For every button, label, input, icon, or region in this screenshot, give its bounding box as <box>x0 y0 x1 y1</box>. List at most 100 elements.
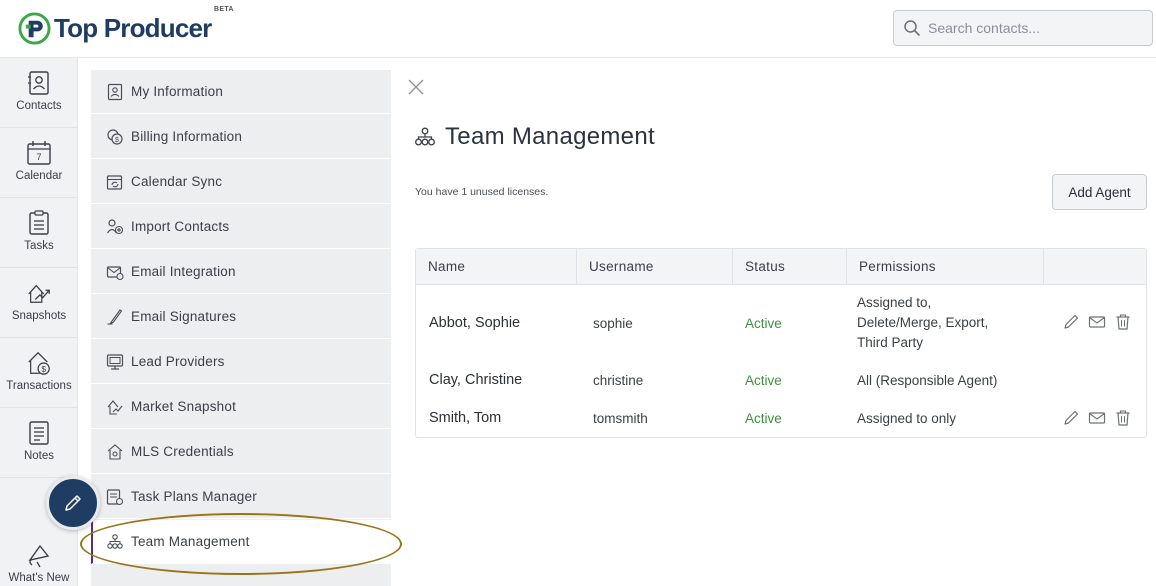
menu-item-label: Team Management <box>131 534 250 549</box>
menu-item-my-information[interactable]: My Information <box>91 70 391 114</box>
menu-item-label: Lead Providers <box>131 354 225 369</box>
team-icon <box>105 532 125 552</box>
trash-icon[interactable] <box>1114 313 1132 331</box>
logo-mark-icon <box>18 11 51 45</box>
svg-text:$: $ <box>41 364 46 374</box>
agent-name: Clay, Christine <box>429 372 523 388</box>
table-row[interactable]: Abbot, Sophie sophie Active Assigned to,… <box>416 285 1146 361</box>
rail-item-transactions[interactable]: $ Transactions <box>0 338 78 408</box>
menu-item-label: MLS Credentials <box>131 444 234 459</box>
menu-item-calendar-sync[interactable]: Calendar Sync <box>91 160 391 204</box>
menu-item-label: Billing Information <box>131 129 243 144</box>
email-icon[interactable] <box>1088 409 1106 427</box>
rail-label: Tasks <box>24 240 54 252</box>
rail-label: Transactions <box>6 380 72 392</box>
market-snapshot-icon <box>105 397 125 417</box>
pencil-icon <box>65 495 81 511</box>
rail-item-calendar[interactable]: 7 Calendar <box>0 128 78 198</box>
import-contacts-icon <box>105 217 125 237</box>
svg-text:$: $ <box>115 137 119 144</box>
notes-icon <box>26 420 52 446</box>
email-icon[interactable] <box>1088 313 1106 331</box>
column-header-name[interactable]: Name <box>416 249 577 285</box>
rail-label: Contacts <box>16 100 62 112</box>
menu-item-billing-information[interactable]: $ Billing Information <box>91 115 391 159</box>
whats-new-icon <box>26 542 52 568</box>
lead-providers-icon <box>105 352 125 372</box>
table-row[interactable]: Clay, Christine christine Active All (Re… <box>416 361 1146 399</box>
table-row[interactable]: Smith, Tom tomsmith Active Assigned to o… <box>416 399 1146 437</box>
menu-item-mls-credentials[interactable]: MLS Credentials <box>91 430 391 474</box>
menu-item-import-contacts[interactable]: Import Contacts <box>91 205 391 249</box>
calendar-day: 7 <box>36 152 41 162</box>
search-icon <box>904 20 920 36</box>
search-box[interactable] <box>893 10 1153 46</box>
edit-icon[interactable] <box>1062 409 1080 427</box>
team-icon <box>415 127 435 146</box>
tasks-icon <box>26 210 52 236</box>
menu-item-label: Email Signatures <box>131 309 237 324</box>
menu-item-label: Import Contacts <box>131 219 230 234</box>
page-header: Team Management <box>414 123 655 151</box>
menu-item-team-management[interactable]: Team Management <box>91 520 391 564</box>
transactions-icon: $ <box>26 350 52 376</box>
rail-item-snapshots[interactable]: Snapshots <box>0 268 78 338</box>
close-icon[interactable] <box>407 78 425 96</box>
top-header: Top Producer BETA <box>0 0 1156 58</box>
menu-item-lead-providers[interactable]: Lead Providers <box>91 340 391 384</box>
agent-status: Active <box>745 316 782 331</box>
permission-line: Delete/Merge, Export, <box>857 315 989 330</box>
menu-item-label: Task Plans Manager <box>131 489 257 504</box>
rail-label: What's New <box>8 572 70 584</box>
column-header-status[interactable]: Status <box>733 249 847 285</box>
top-producer-logo[interactable]: Top Producer BETA <box>18 6 233 46</box>
mls-credentials-icon <box>105 442 125 462</box>
agent-username: sophie <box>593 316 633 331</box>
row-actions <box>1062 409 1132 427</box>
rail-item-tasks[interactable]: Tasks <box>0 198 78 268</box>
brand-name: Top Producer <box>54 13 212 43</box>
add-agent-button[interactable]: Add Agent <box>1052 174 1147 210</box>
rail-item-notes[interactable]: Notes <box>0 408 78 478</box>
agent-username: christine <box>593 373 644 388</box>
permission-line: All (Responsible Agent) <box>857 373 998 388</box>
settings-menu: My Information $ Billing Information Cal… <box>91 70 391 586</box>
column-header-actions <box>1044 249 1146 285</box>
edit-icon[interactable] <box>1062 313 1080 331</box>
agent-status: Active <box>745 411 782 426</box>
contacts-icon <box>26 70 52 96</box>
menu-item-label: Calendar Sync <box>131 174 223 189</box>
signature-icon <box>105 307 125 327</box>
menu-item-task-plans-manager[interactable]: Task Plans Manager <box>91 475 391 519</box>
licenses-notice: You have 1 unused licenses. <box>415 186 549 198</box>
agent-username: tomsmith <box>593 411 648 426</box>
menu-item-label: Market Snapshot <box>131 399 237 414</box>
menu-item-label: Email Integration <box>131 264 236 279</box>
rail-item-whats-new[interactable]: What's New <box>0 530 78 586</box>
rail-item-contacts[interactable]: Contacts <box>0 58 78 128</box>
column-header-permissions[interactable]: Permissions <box>847 249 1044 285</box>
agent-status: Active <box>745 373 782 388</box>
agent-name: Abbot, Sophie <box>429 315 521 331</box>
search-input[interactable] <box>928 20 1138 36</box>
rail-label: Snapshots <box>11 310 67 322</box>
menu-item-market-snapshot[interactable]: Market Snapshot <box>91 385 391 429</box>
agent-name: Smith, Tom <box>429 410 502 426</box>
compose-fab-button[interactable] <box>46 476 100 530</box>
snapshots-icon <box>26 280 52 306</box>
email-integration-icon <box>105 262 125 282</box>
rail-label: Notes <box>23 450 55 462</box>
task-plans-icon <box>105 487 125 507</box>
menu-item-email-integration[interactable]: Email Integration <box>91 250 391 294</box>
calendar-icon: 7 <box>26 140 52 166</box>
agent-permissions: Assigned to only <box>857 409 1037 429</box>
agent-permissions: All (Responsible Agent) <box>857 371 1037 391</box>
menu-item-label: My Information <box>131 84 224 99</box>
column-header-username[interactable]: Username <box>577 249 733 285</box>
trash-icon[interactable] <box>1114 409 1132 427</box>
calendar-sync-icon <box>105 172 125 192</box>
permission-line: Assigned to only <box>857 411 957 426</box>
table-header: Name Username Status Permissions <box>416 249 1146 285</box>
menu-item-email-signatures[interactable]: Email Signatures <box>91 295 391 339</box>
beta-badge: BETA <box>214 6 234 13</box>
